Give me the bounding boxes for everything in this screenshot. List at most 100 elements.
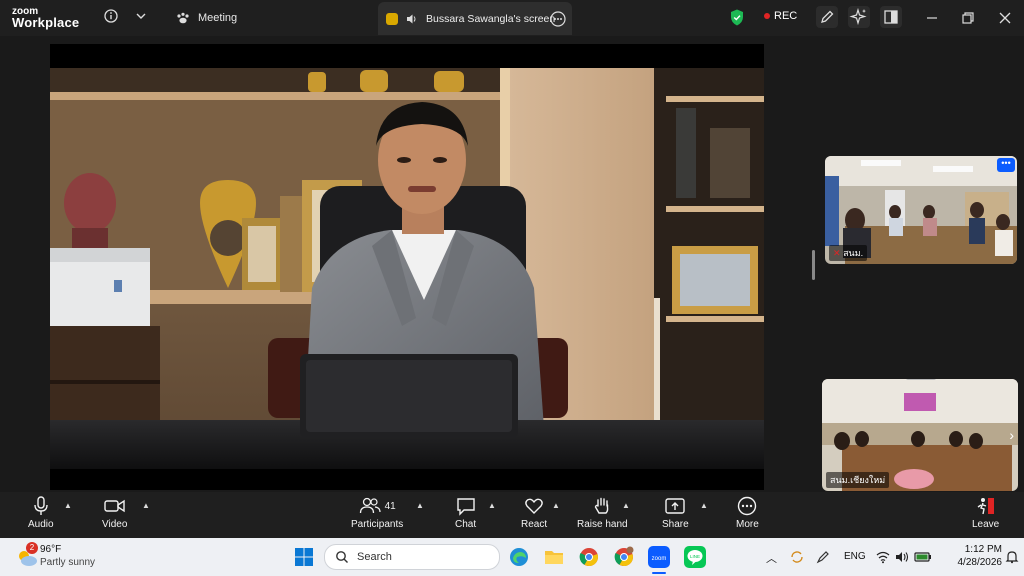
raise-hand-options-caret-icon[interactable]: ▲ [622,501,630,510]
windows-taskbar: 2 96°F Partly sunny Search zoom LINE ︿ E… [0,538,1024,576]
rec-label: REC [774,10,798,22]
clock-date: 4/28/2026 [957,557,1003,568]
share-options-caret-icon[interactable]: ▲ [700,501,708,510]
taskbar-search[interactable]: Search [324,544,500,570]
meeting-label: Meeting [198,12,238,24]
sparkle-icon [849,7,867,26]
annotate-button[interactable] [816,6,838,28]
view-layout-button[interactable] [880,6,902,28]
svg-text:zoom: zoom [652,556,667,562]
chat-button[interactable]: Chat [455,496,476,530]
muted-mic-icon: ✕ [833,248,841,258]
audio-button[interactable]: Audio [28,496,54,530]
microphone-icon [34,496,48,515]
participant-name-label: สนม.เชียงใหม่ [826,472,890,488]
participant-thumbnail[interactable]: ••• ✕ สนม. [825,156,1017,264]
weather-notification-badge: 2 [26,542,38,554]
svg-text:LINE: LINE [690,554,700,559]
chrome-profile-app-icon[interactable] [613,546,635,568]
language-indicator[interactable]: ENG [844,551,866,562]
info-icon[interactable] [102,9,120,27]
chevron-down-icon[interactable] [132,9,150,27]
file-explorer-app-icon[interactable] [543,546,565,568]
show-hidden-icons-chevron-icon[interactable]: ︿ [766,550,777,566]
shared-video-frame[interactable] [50,68,764,469]
weather-temp: 96°F [40,544,62,555]
more-button[interactable]: More [736,496,759,530]
thumbnail-more-button[interactable]: ••• [997,158,1015,172]
start-button[interactable] [294,547,314,567]
search-icon [336,551,348,563]
ai-companion-button[interactable] [848,6,870,28]
leave-door-icon [977,498,994,515]
thumbnail-drag-handle[interactable] [906,379,936,380]
zoom-app-icon[interactable]: zoom [648,546,670,568]
participants-icon [359,497,381,514]
raised-hand-icon [595,497,609,514]
chevron-right-icon[interactable]: › [1009,427,1014,443]
pen-input-icon[interactable] [816,550,830,564]
participant-name-label: ✕ สนม. [829,245,868,261]
meeting-controls: Audio ▲ Video ▲ 41 Participants ▲ Chat ▲… [0,492,1024,538]
speaker-video-image [50,68,764,469]
paw-icon [177,12,189,24]
participants-label: Participants [351,519,404,530]
chat-label: Chat [455,519,477,530]
notification-bell-icon[interactable] [1005,550,1019,564]
participants-count: 41 [384,500,396,512]
minimize-button[interactable] [922,8,942,28]
weather-widget[interactable]: 2 96°F Partly sunny [14,542,134,572]
brand-line2: Workplace [12,15,80,30]
leave-button[interactable]: Leave [972,496,999,530]
raise-hand-label: Raise hand [577,519,628,530]
edge-app-icon[interactable] [508,546,530,568]
clock-time: 1:12 PM [964,544,1002,555]
restore-icon [962,12,974,24]
react-label: React [521,519,548,530]
heart-icon [525,498,543,514]
audio-label: Audio [28,519,54,530]
screen-tab-label: Bussara Sawangla's screen [426,12,556,25]
sync-icon[interactable] [790,550,804,564]
chat-options-caret-icon[interactable]: ▲ [488,501,496,510]
raise-hand-button[interactable]: Raise hand [577,496,628,530]
close-icon [999,12,1011,24]
wifi-icon[interactable] [876,550,890,564]
video-panel-resize-handle[interactable] [812,250,815,280]
recording-indicator[interactable]: REC [764,10,797,22]
clock[interactable]: 1:12 PM 4/28/2026 [942,543,1003,569]
participant-thumbnail[interactable]: › สนม.เชียงใหม่ [822,379,1018,491]
restore-button[interactable] [958,8,978,28]
chrome-app-icon[interactable] [578,546,600,568]
video-button[interactable]: Video [102,496,127,530]
shared-screen-tab[interactable]: Bussara Sawangla's screen [378,2,572,35]
participants-button[interactable]: 41 Participants [351,496,403,530]
leave-label: Leave [972,519,1000,530]
more-icon [738,496,757,516]
volume-icon[interactable] [895,550,909,564]
windows-logo-icon [295,548,313,566]
share-label: Share [662,519,689,530]
share-button[interactable]: Share [662,496,689,530]
participant-name: สนม. [843,248,864,258]
share-screen-icon [665,498,686,514]
react-button[interactable]: React [521,496,547,530]
zoom-workplace-logo: zoom Workplace [12,6,80,30]
participants-options-caret-icon[interactable]: ▲ [416,501,424,510]
video-options-caret-icon[interactable]: ▲ [142,501,150,510]
line-app-icon[interactable]: LINE [684,546,706,568]
weather-desc: Partly sunny [40,557,96,568]
chat-bubble-icon [456,498,475,516]
active-app-indicator [652,572,666,574]
speaker-icon [407,14,416,23]
meeting-menu[interactable]: Meeting [176,8,237,28]
encryption-shield-icon[interactable] [730,9,744,26]
layout-icon [884,10,898,24]
battery-icon[interactable] [914,550,932,564]
close-button[interactable] [995,8,1015,28]
react-options-caret-icon[interactable]: ▲ [552,501,560,510]
more-options-icon[interactable] [550,11,566,27]
search-placeholder: Search [357,551,392,563]
audio-options-caret-icon[interactable]: ▲ [64,501,72,510]
minimize-icon [927,17,937,19]
